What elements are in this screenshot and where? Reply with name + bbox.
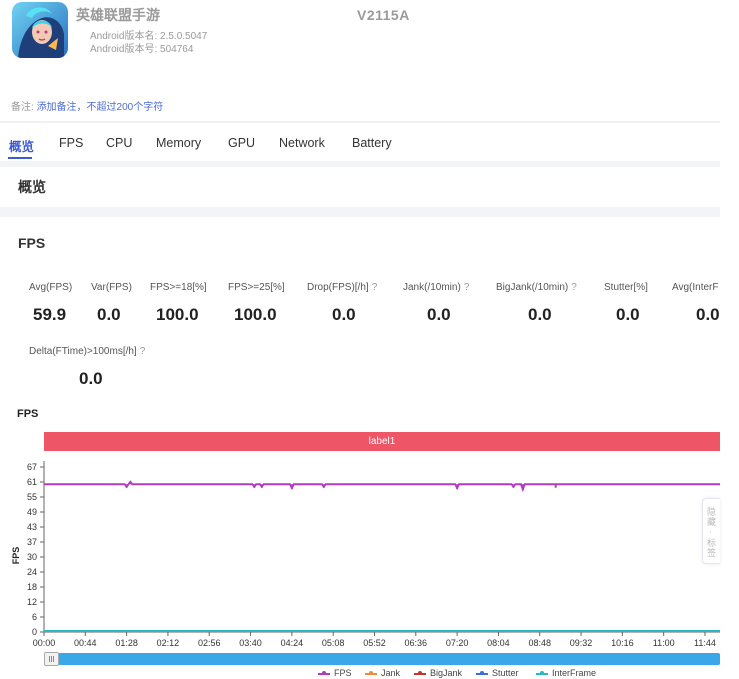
y-axis-label: FPS bbox=[11, 547, 21, 565]
help-icon[interactable]: ? bbox=[464, 282, 470, 293]
metric-value-fps-18: 100.0 bbox=[156, 305, 199, 324]
app-name: 英雄联盟手游 bbox=[76, 7, 160, 23]
legend-item-stutter[interactable]: Stutter bbox=[476, 668, 519, 678]
metric-value-fps-25: 100.0 bbox=[234, 305, 277, 324]
y-tick-label: 55 bbox=[27, 492, 37, 502]
help-icon[interactable]: ? bbox=[571, 282, 577, 293]
label-band[interactable]: label1 bbox=[44, 432, 720, 451]
legend-item-bigjank[interactable]: BigJank bbox=[414, 668, 462, 678]
metric-label-var-fps: Var(FPS) bbox=[91, 282, 132, 293]
time-range-slider[interactable] bbox=[44, 653, 720, 665]
legend-label: BigJank bbox=[430, 668, 463, 678]
legend-label: FPS bbox=[334, 668, 352, 678]
legend-swatch bbox=[365, 670, 377, 675]
x-tick-label: 05:52 bbox=[363, 638, 386, 648]
tab-network[interactable]: Network bbox=[279, 136, 325, 150]
tab-battery[interactable]: Battery bbox=[352, 136, 392, 150]
fps-section-title: FPS bbox=[18, 235, 46, 251]
device-model: V2115A bbox=[357, 7, 410, 23]
metric-label-bigjank: BigJank(/10min)? bbox=[496, 282, 577, 293]
metric-label-avg-interframe: Avg(InterF bbox=[672, 282, 719, 293]
x-tick-label: 04:24 bbox=[281, 638, 304, 648]
x-tick-label: 05:08 bbox=[322, 638, 345, 648]
legend-swatch bbox=[536, 670, 548, 675]
legend-swatch bbox=[476, 670, 488, 675]
tab-memory[interactable]: Memory bbox=[156, 136, 201, 150]
active-tab-indicator bbox=[8, 157, 32, 159]
y-tick-label: 18 bbox=[27, 582, 37, 592]
tab-overview[interactable]: 概览 bbox=[9, 136, 34, 155]
legend-label: Stutter bbox=[492, 668, 519, 678]
y-tick-label: 0 bbox=[32, 627, 37, 637]
metric-value-avg-fps: 59.9 bbox=[33, 305, 67, 324]
y-tick-label: 24 bbox=[27, 567, 37, 577]
x-tick-label: 08:48 bbox=[528, 638, 551, 648]
legend-swatch bbox=[318, 670, 330, 675]
legend-swatch bbox=[414, 670, 426, 675]
legend-label: InterFrame bbox=[552, 668, 597, 678]
hide-labels-side-tab[interactable]: 隐藏 · 标签 bbox=[702, 498, 720, 564]
y-tick-label: 37 bbox=[27, 537, 37, 547]
x-tick-label: 02:56 bbox=[198, 638, 221, 648]
y-tick-label: 30 bbox=[27, 552, 37, 562]
app-version-code: Android版本号: 504764 bbox=[90, 44, 194, 55]
x-tick-label: 11:44 bbox=[694, 638, 716, 648]
fps-line-chart[interactable]: 0 6 12 18 24 30 37 43 49 55 61 67 FPS 00:00 00:44 01:28… bbox=[0, 455, 720, 651]
metric-value-avg-interframe: 0.0 bbox=[696, 305, 720, 324]
section-divider bbox=[0, 161, 720, 167]
chart-legend: FPS Jank BigJank Stutter InterFrame bbox=[0, 668, 720, 679]
legend-item-jank[interactable]: Jank bbox=[365, 668, 400, 678]
metric-label-avg-fps: Avg(FPS) bbox=[29, 282, 73, 293]
metric-label-fps-18: FPS>=18[%] bbox=[150, 282, 207, 293]
x-tick-label: 03:40 bbox=[239, 638, 262, 648]
tab-gpu[interactable]: GPU bbox=[228, 136, 255, 150]
metric-label-drop-fps: Drop(FPS)[/h]? bbox=[307, 282, 378, 293]
metric-value-drop-fps: 0.0 bbox=[332, 305, 356, 324]
y-tick-label: 49 bbox=[27, 507, 37, 517]
legend-label: Jank bbox=[381, 668, 401, 678]
help-icon[interactable]: ? bbox=[372, 282, 378, 293]
legend-item-fps[interactable]: FPS bbox=[318, 668, 352, 678]
legend-item-interframe[interactable]: InterFrame bbox=[536, 668, 596, 678]
note-label: 备注: bbox=[11, 102, 34, 113]
metric-value-delta-ftime: 0.0 bbox=[79, 369, 103, 388]
help-icon[interactable]: ? bbox=[140, 346, 146, 357]
x-tick-label: 02:12 bbox=[157, 638, 180, 648]
x-tick-label: 08:04 bbox=[487, 638, 510, 648]
metric-label-stutter: Stutter[%] bbox=[604, 282, 648, 293]
y-tick-label: 6 bbox=[32, 612, 37, 622]
chart-title: FPS bbox=[17, 408, 39, 420]
x-tick-label: 06:36 bbox=[405, 638, 428, 648]
series-line-fps bbox=[44, 480, 720, 493]
x-tick-label: 10:16 bbox=[611, 638, 634, 648]
x-tick-label: 01:28 bbox=[115, 638, 138, 648]
x-tick-label: 00:00 bbox=[33, 638, 56, 648]
app-header: 英雄联盟手游 Android版本名: 2.5.0.5047 Android版本号… bbox=[0, 0, 739, 92]
metric-label-fps-25: FPS>=25[%] bbox=[228, 282, 285, 293]
tab-fps[interactable]: FPS bbox=[59, 136, 83, 150]
overview-title: 概览 bbox=[18, 179, 46, 195]
add-note-link[interactable]: 添加备注，不超过200个字符 bbox=[37, 102, 164, 113]
y-tick-label: 61 bbox=[27, 477, 37, 487]
y-tick-label: 12 bbox=[27, 597, 37, 607]
note-row: 备注: 添加备注，不超过200个字符 bbox=[11, 98, 163, 113]
x-tick-label: 07:20 bbox=[446, 638, 469, 648]
metric-label-delta-ftime: Delta(FTime)>100ms[/h]? bbox=[29, 346, 146, 357]
x-tick-label: 11:00 bbox=[653, 638, 675, 648]
metric-value-var-fps: 0.0 bbox=[97, 305, 121, 324]
time-range-handle[interactable] bbox=[44, 652, 59, 666]
tab-cpu[interactable]: CPU bbox=[106, 136, 132, 150]
metric-value-stutter: 0.0 bbox=[616, 305, 640, 324]
app-icon bbox=[12, 2, 68, 58]
y-tick-label: 67 bbox=[27, 462, 37, 472]
metric-value-jank: 0.0 bbox=[427, 305, 451, 324]
tab-bar: 概览 FPS CPU Memory GPU Network Battery bbox=[0, 121, 720, 161]
metric-value-bigjank: 0.0 bbox=[528, 305, 552, 324]
x-tick-label: 09:32 bbox=[570, 638, 593, 648]
section-divider bbox=[0, 207, 720, 217]
metric-label-jank: Jank(/10min)? bbox=[403, 282, 470, 293]
x-tick-label: 00:44 bbox=[74, 638, 97, 648]
y-tick-label: 43 bbox=[27, 522, 37, 532]
